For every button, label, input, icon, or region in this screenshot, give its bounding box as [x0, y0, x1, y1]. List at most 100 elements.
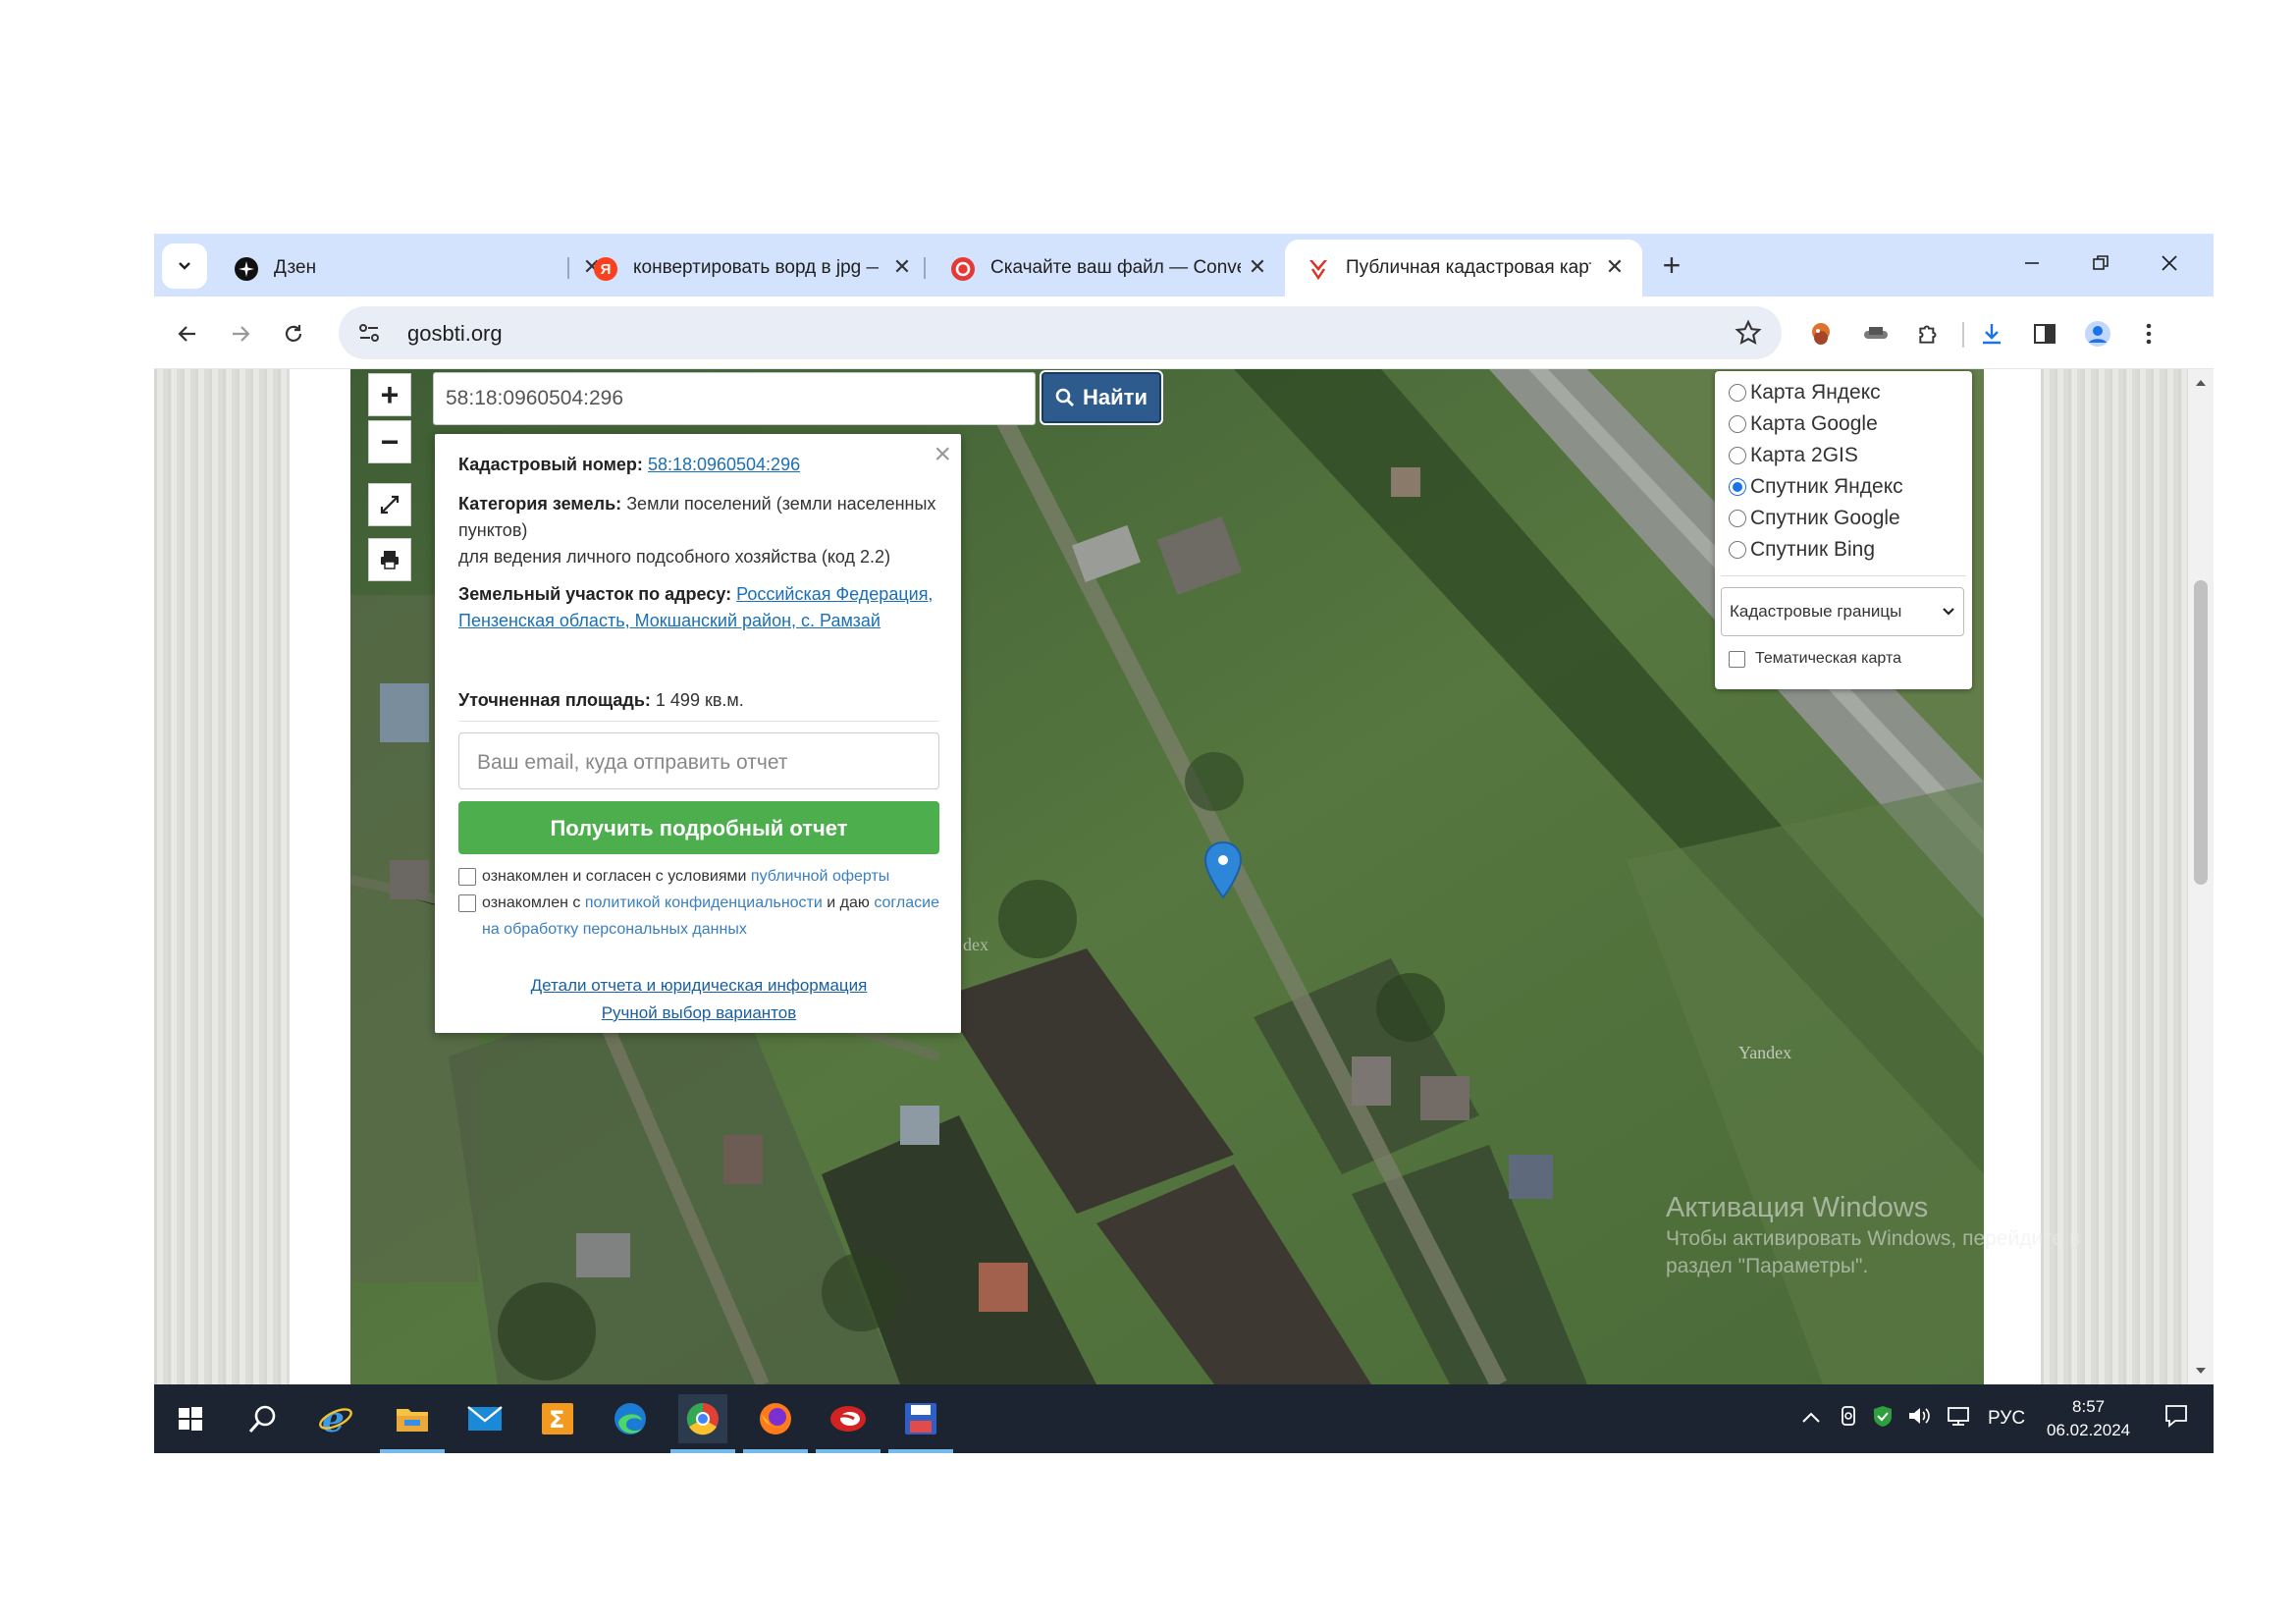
notifications-icon[interactable]: [2163, 1403, 2189, 1435]
tab-dzen[interactable]: Дзен ✕: [213, 240, 601, 297]
public-offer-link[interactable]: публичной оферты: [751, 868, 889, 885]
back-button[interactable]: [168, 314, 207, 353]
floppy-disk-icon: [905, 1403, 936, 1435]
start-button[interactable]: [166, 1394, 215, 1443]
layer-option-google-satellite[interactable]: Спутник Google: [1729, 507, 1900, 530]
land-use-value: для ведения личного подсобного хозяйства…: [458, 547, 891, 567]
sum-calculator-icon: Σ: [542, 1403, 573, 1435]
expand-icon: [380, 495, 400, 514]
radio-button[interactable]: [1729, 415, 1746, 433]
privacy-consent-checkbox[interactable]: [458, 894, 476, 912]
restore-button[interactable]: [2078, 244, 2123, 283]
profile-avatar-icon[interactable]: [2078, 314, 2117, 353]
layer-option-bing-satellite[interactable]: Спутник Bing: [1729, 538, 1875, 562]
extension-fox-icon[interactable]: [1801, 314, 1841, 353]
zoom-in-button[interactable]: +: [368, 373, 411, 416]
radio-button[interactable]: [1729, 510, 1746, 527]
chevron-down-icon: [1943, 608, 1954, 616]
show-hidden-icons-chevron-icon[interactable]: [1801, 1408, 1821, 1430]
minimize-button[interactable]: [2009, 244, 2055, 283]
tab-search-button[interactable]: [162, 244, 207, 289]
scrollbar-thumb[interactable]: [2194, 580, 2208, 885]
layer-option-yandex-map[interactable]: Карта Яндекс: [1729, 381, 1881, 405]
clock-date: 06.02.2024: [2047, 1421, 2131, 1439]
new-tab-button[interactable]: +: [1654, 247, 1689, 283]
report-details-link[interactable]: Детали отчета и юридическая информация: [531, 976, 868, 995]
bookmark-star-icon[interactable]: [1735, 319, 1762, 352]
url-text: gosbti.org: [407, 321, 503, 346]
print-button[interactable]: [368, 538, 411, 581]
layer-option-yandex-satellite[interactable]: Спутник Яндекс: [1729, 475, 1903, 499]
address-bar[interactable]: gosbti.org: [339, 306, 1782, 359]
vertical-scrollbar[interactable]: [2188, 369, 2214, 1384]
taskbar-mail[interactable]: [460, 1394, 509, 1443]
privacy-policy-link[interactable]: политикой конфиденциальности: [585, 894, 823, 911]
area-row: Уточненная площадь: 1 499 кв.м.: [458, 687, 939, 714]
extensions-puzzle-icon[interactable]: [1909, 314, 1949, 353]
cadastral-number-label: Кадастровый номер:: [458, 455, 643, 474]
thematic-map-toggle[interactable]: Тематическая карта: [1729, 650, 1901, 668]
report-details-row: Детали отчета и юридическая информация: [458, 972, 939, 999]
search-button[interactable]: [239, 1394, 288, 1443]
cadastral-search-input[interactable]: 58:18:0960504:296: [433, 372, 1036, 425]
forward-button[interactable]: [221, 314, 260, 353]
browser-toolbar: gosbti.org: [154, 297, 2214, 369]
overlay-select[interactable]: Кадастровые границы: [1721, 587, 1964, 636]
thematic-map-checkbox[interactable]: [1729, 650, 1745, 668]
tab-convertio[interactable]: Скачайте ваш файл — Convertio ✕: [930, 240, 1283, 297]
fullscreen-button[interactable]: [368, 483, 411, 526]
tab-title: Скачайте ваш файл — Convertio: [990, 257, 1241, 278]
convertio-icon: [951, 257, 975, 281]
shield-icon[interactable]: [1872, 1404, 1894, 1434]
location-marker-icon[interactable]: [1202, 840, 1244, 901]
layer-option-2gis-map[interactable]: Карта 2GIS: [1729, 444, 1858, 467]
network-icon[interactable]: [1947, 1405, 1972, 1433]
zoom-out-button[interactable]: −: [368, 420, 411, 463]
folder-icon: [397, 1409, 428, 1432]
radio-button[interactable]: [1729, 447, 1746, 464]
email-field[interactable]: Ваш email, куда отправить отчет: [458, 732, 939, 789]
site-settings-icon[interactable]: [356, 320, 382, 351]
taskbar-edge[interactable]: [606, 1394, 655, 1443]
tab-cadastral-map[interactable]: Публичная кадастровая карта ✕: [1285, 240, 1642, 297]
address-label: Земельный участок по адресу:: [458, 584, 732, 604]
radio-button-selected[interactable]: [1729, 478, 1746, 496]
activation-title: Активация Windows: [1666, 1192, 1929, 1223]
radio-button[interactable]: [1729, 541, 1746, 559]
close-tab-icon[interactable]: ✕: [1244, 253, 1271, 281]
manual-select-link[interactable]: Ручной выбор вариантов: [602, 1003, 797, 1022]
input-language-indicator[interactable]: РУС: [1988, 1408, 2025, 1430]
minimize-icon: [2025, 262, 2039, 264]
layer-option-google-map[interactable]: Карта Google: [1729, 412, 1878, 436]
taskbar-reader-app[interactable]: [816, 1394, 881, 1453]
browser-menu-icon[interactable]: [2129, 314, 2168, 353]
taskbar-save-app[interactable]: [888, 1394, 953, 1453]
close-window-button[interactable]: [2147, 244, 2192, 283]
clock[interactable]: 8:57 06.02.2024: [2047, 1395, 2130, 1442]
get-report-button[interactable]: Получить подробный отчет: [458, 801, 939, 854]
taskbar-calculator[interactable]: Σ: [533, 1394, 582, 1443]
offer-consent-checkbox[interactable]: [458, 868, 476, 886]
taskbar-firefox[interactable]: [743, 1394, 808, 1453]
find-button[interactable]: Найти: [1041, 372, 1161, 423]
volume-icon[interactable]: [1907, 1405, 1933, 1433]
print-icon: [381, 551, 399, 569]
restore-icon: [2093, 255, 2109, 270]
close-tab-icon[interactable]: ✕: [888, 253, 916, 281]
radio-button[interactable]: [1729, 384, 1746, 402]
arrow-right-icon: [233, 326, 250, 342]
tab-title: конвертировать ворд в jpg — Яндекс: [633, 257, 879, 278]
touch-keyboard-icon[interactable]: [1839, 1405, 1858, 1433]
extension-hat-icon[interactable]: [1856, 314, 1896, 353]
cadastral-number-link[interactable]: 58:18:0960504:296: [648, 455, 800, 474]
close-tab-icon[interactable]: ✕: [1601, 253, 1629, 281]
taskbar-file-explorer[interactable]: [380, 1394, 445, 1453]
reload-button[interactable]: [274, 314, 313, 353]
side-panel-icon[interactable]: [2025, 314, 2064, 353]
taskbar-chrome[interactable]: [670, 1394, 735, 1453]
red-app-icon: [830, 1406, 866, 1432]
taskbar-internet-explorer[interactable]: e: [311, 1394, 360, 1443]
tab-yandex[interactable]: Я конвертировать ворд в jpg — Яндекс ✕: [572, 240, 926, 297]
downloads-icon[interactable]: [1972, 314, 2011, 353]
area-value: 1 499 кв.м.: [655, 690, 744, 710]
